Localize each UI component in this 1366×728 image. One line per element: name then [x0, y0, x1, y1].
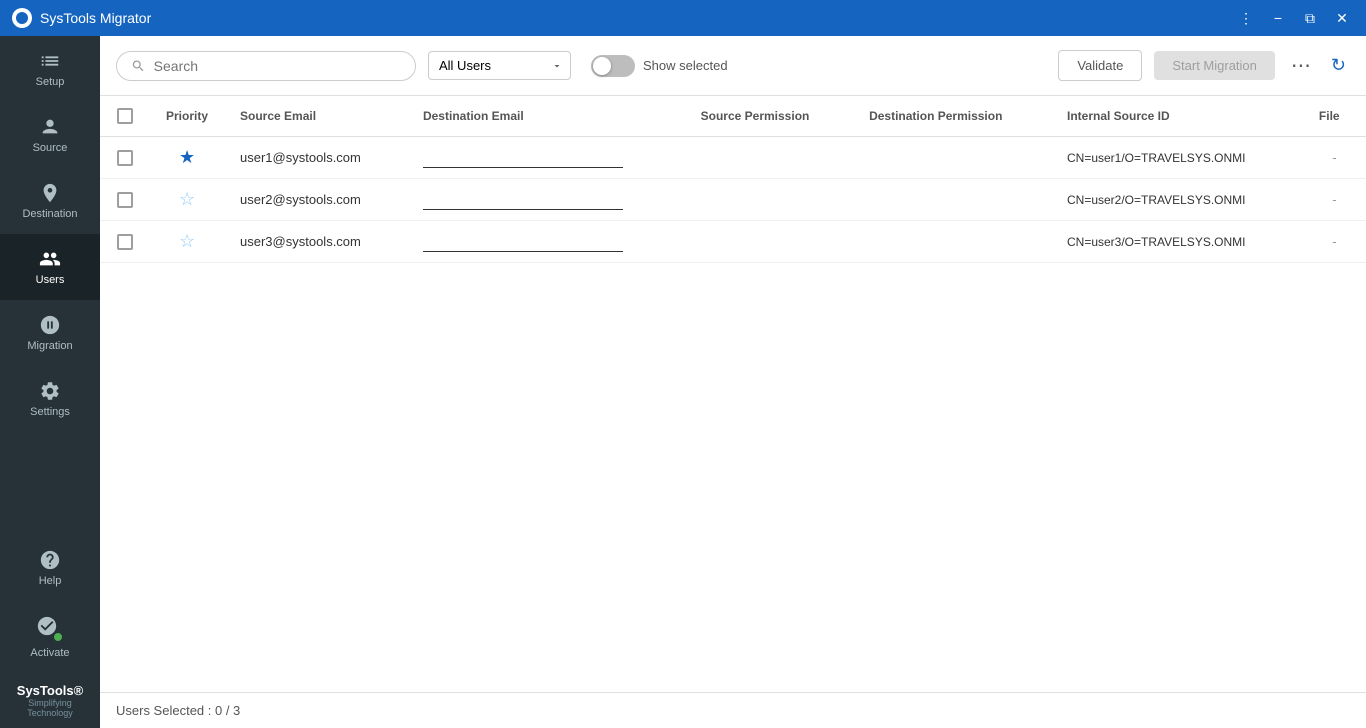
search-box[interactable] — [116, 51, 416, 81]
table-row: ★ user1@systools.com CN=user1/O=TRAVELSYS.… — [100, 137, 1366, 179]
col-file: File — [1303, 96, 1366, 137]
show-selected-toggle-container: Show selected — [591, 55, 728, 77]
search-input[interactable] — [154, 58, 401, 74]
row-checkbox-0[interactable] — [117, 150, 133, 166]
sidebar-label-source: Source — [33, 142, 68, 154]
internal-source-id-0: CN=user1/O=TRAVELSYS.ONMI — [1051, 137, 1303, 179]
maximize-button[interactable]: ⧉ — [1298, 6, 1322, 30]
col-destination-permission: Destination Permission — [853, 96, 1051, 137]
col-source-email: Source Email — [224, 96, 407, 137]
priority-star-1[interactable]: ☆ — [179, 189, 195, 209]
file-2: - — [1303, 221, 1366, 263]
col-source-permission: Source Permission — [685, 96, 853, 137]
sidebar-item-users[interactable]: Users — [0, 234, 100, 300]
users-table-container: Priority Source Email Destination Email … — [100, 96, 1366, 692]
toolbar: All Users Selected Users Unselected User… — [100, 36, 1366, 96]
priority-star-2[interactable]: ☆ — [179, 231, 195, 251]
source-permission-0 — [685, 137, 853, 179]
internal-source-id-1: CN=user2/O=TRAVELSYS.ONMI — [1051, 179, 1303, 221]
sidebar: Setup Source Destination Users Migration… — [0, 36, 100, 728]
menu-button[interactable]: ⋮ — [1234, 6, 1258, 30]
search-icon — [131, 58, 146, 74]
table-header-row: Priority Source Email Destination Email … — [100, 96, 1366, 137]
table-row: ☆ user2@systools.com CN=user2/O=TRAVELSYS.… — [100, 179, 1366, 221]
minimize-button[interactable]: − — [1266, 6, 1290, 30]
table-row: ☆ user3@systools.com CN=user3/O=TRAVELSYS.… — [100, 221, 1366, 263]
col-destination-email: Destination Email — [407, 96, 685, 137]
sidebar-label-activate: Activate — [30, 647, 69, 659]
app-body: Setup Source Destination Users Migration… — [0, 36, 1366, 728]
file-0: - — [1303, 137, 1366, 179]
show-selected-label: Show selected — [643, 58, 728, 73]
internal-source-id-2: CN=user3/O=TRAVELSYS.ONMI — [1051, 221, 1303, 263]
source-email-0: user1@systools.com — [224, 137, 407, 179]
brand-name: SysTools® — [8, 683, 92, 698]
row-checkbox-1[interactable] — [117, 192, 133, 208]
sidebar-label-settings: Settings — [30, 406, 70, 418]
sidebar-item-help[interactable]: Help — [0, 535, 100, 601]
footer: Users Selected : 0 / 3 — [100, 692, 1366, 728]
activate-green-dot — [52, 631, 64, 643]
sidebar-label-migration: Migration — [27, 340, 72, 352]
source-email-2: user3@systools.com — [224, 221, 407, 263]
sidebar-label-setup: Setup — [36, 76, 65, 88]
source-permission-2 — [685, 221, 853, 263]
brand-sub: Simplifying Technology — [8, 698, 92, 718]
dest-permission-2 — [853, 221, 1051, 263]
dest-email-input-0[interactable] — [423, 148, 623, 168]
show-selected-toggle[interactable] — [591, 55, 635, 77]
priority-star-0[interactable]: ★ — [179, 147, 195, 167]
sidebar-label-destination: Destination — [22, 208, 77, 220]
col-priority: Priority — [150, 96, 224, 137]
app-icon — [12, 8, 32, 28]
user-filter-select[interactable]: All Users Selected Users Unselected User… — [428, 51, 571, 80]
branding: SysTools® Simplifying Technology — [0, 673, 100, 728]
dest-permission-1 — [853, 179, 1051, 221]
start-migration-button: Start Migration — [1154, 51, 1275, 80]
activate-badge — [36, 615, 64, 643]
window-controls[interactable]: ⋮ − ⧉ ✕ — [1234, 6, 1354, 30]
app-title: SysTools Migrator — [40, 10, 151, 26]
sidebar-item-settings[interactable]: Settings — [0, 366, 100, 432]
sidebar-label-help: Help — [39, 575, 62, 587]
dest-permission-0 — [853, 137, 1051, 179]
row-checkbox-2[interactable] — [117, 234, 133, 250]
sidebar-item-source[interactable]: Source — [0, 102, 100, 168]
more-options-button[interactable]: ⋯ — [1287, 49, 1315, 82]
title-bar: SysTools Migrator ⋮ − ⧉ ✕ — [0, 0, 1366, 36]
sidebar-item-activate[interactable]: Activate — [0, 601, 100, 673]
dest-email-input-2[interactable] — [423, 232, 623, 252]
users-selected-count: Users Selected : 0 / 3 — [116, 703, 240, 718]
content-area: All Users Selected Users Unselected User… — [100, 36, 1366, 728]
validate-button[interactable]: Validate — [1058, 50, 1142, 81]
dest-email-input-1[interactable] — [423, 190, 623, 210]
col-checkbox — [100, 96, 150, 137]
title-bar-left: SysTools Migrator — [12, 8, 151, 28]
sidebar-item-setup[interactable]: Setup — [0, 36, 100, 102]
col-internal-source-id: Internal Source ID — [1051, 96, 1303, 137]
select-all-checkbox[interactable] — [117, 108, 133, 124]
close-button[interactable]: ✕ — [1330, 6, 1354, 30]
source-permission-1 — [685, 179, 853, 221]
refresh-button[interactable]: ↻ — [1327, 51, 1350, 80]
sidebar-item-migration[interactable]: Migration — [0, 300, 100, 366]
file-1: - — [1303, 179, 1366, 221]
filter-wrapper: All Users Selected Users Unselected User… — [428, 51, 571, 80]
sidebar-label-users: Users — [36, 274, 65, 286]
source-email-1: user2@systools.com — [224, 179, 407, 221]
sidebar-item-destination[interactable]: Destination — [0, 168, 100, 234]
users-table: Priority Source Email Destination Email … — [100, 96, 1366, 263]
sidebar-bottom: Help Activate SysTools® Simplifying Tech… — [0, 535, 100, 728]
